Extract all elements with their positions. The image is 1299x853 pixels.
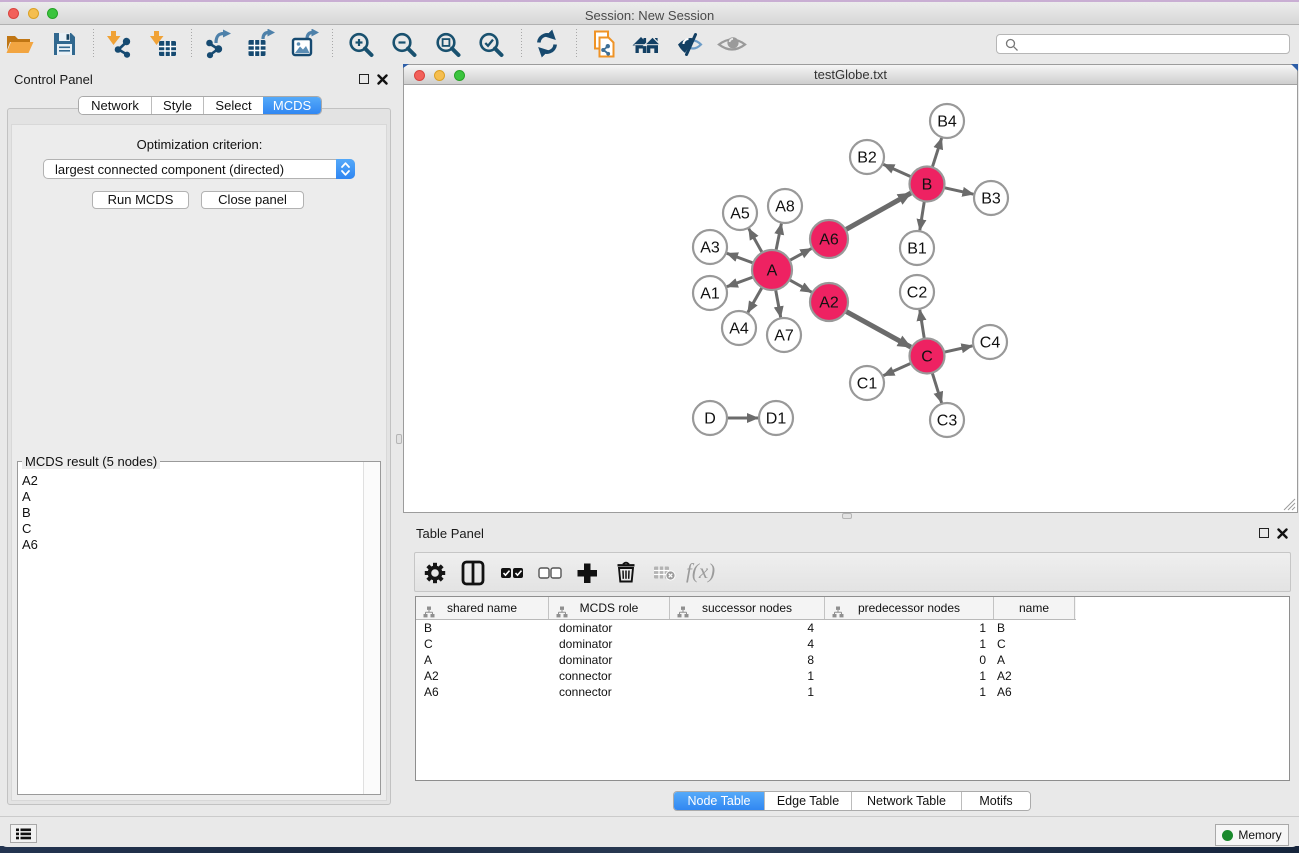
svg-text:C3: C3 [937,413,958,430]
svg-text:D1: D1 [766,411,787,428]
svg-text:A3: A3 [700,240,720,257]
svg-text:A5: A5 [730,206,750,223]
svg-text:B2: B2 [857,150,877,167]
svg-text:C1: C1 [857,376,878,393]
svg-text:A6: A6 [819,232,839,249]
svg-text:A2: A2 [819,295,839,312]
svg-text:B3: B3 [981,191,1001,208]
svg-text:A7: A7 [774,328,794,345]
svg-text:A: A [767,263,778,280]
svg-text:B: B [922,177,933,194]
svg-text:B1: B1 [907,241,927,258]
svg-text:A1: A1 [700,286,720,303]
svg-text:A4: A4 [729,321,749,338]
svg-text:C2: C2 [907,285,928,302]
svg-text:D: D [704,411,716,428]
svg-text:C: C [921,349,933,366]
svg-text:A8: A8 [775,199,795,216]
svg-text:C4: C4 [980,335,1001,352]
svg-text:B4: B4 [937,114,957,131]
